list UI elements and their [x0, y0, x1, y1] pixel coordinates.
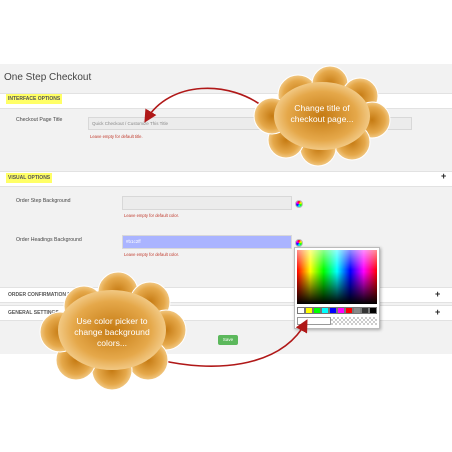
callout-text-color: Use color picker to change background co…	[58, 316, 166, 349]
callout-text-title-line: Change title of	[294, 103, 350, 113]
callout-text-color-line: change background	[74, 327, 150, 337]
callout-text-title: Change title of checkout page...	[270, 103, 374, 125]
callout-text-color-line: colors...	[96, 338, 128, 348]
callout-text-title-line: checkout page...	[290, 114, 354, 124]
annotation-layer	[39, 65, 391, 391]
callout-arrow-title	[144, 87, 266, 123]
callout-text-color-line: Use color picker to	[76, 316, 148, 326]
